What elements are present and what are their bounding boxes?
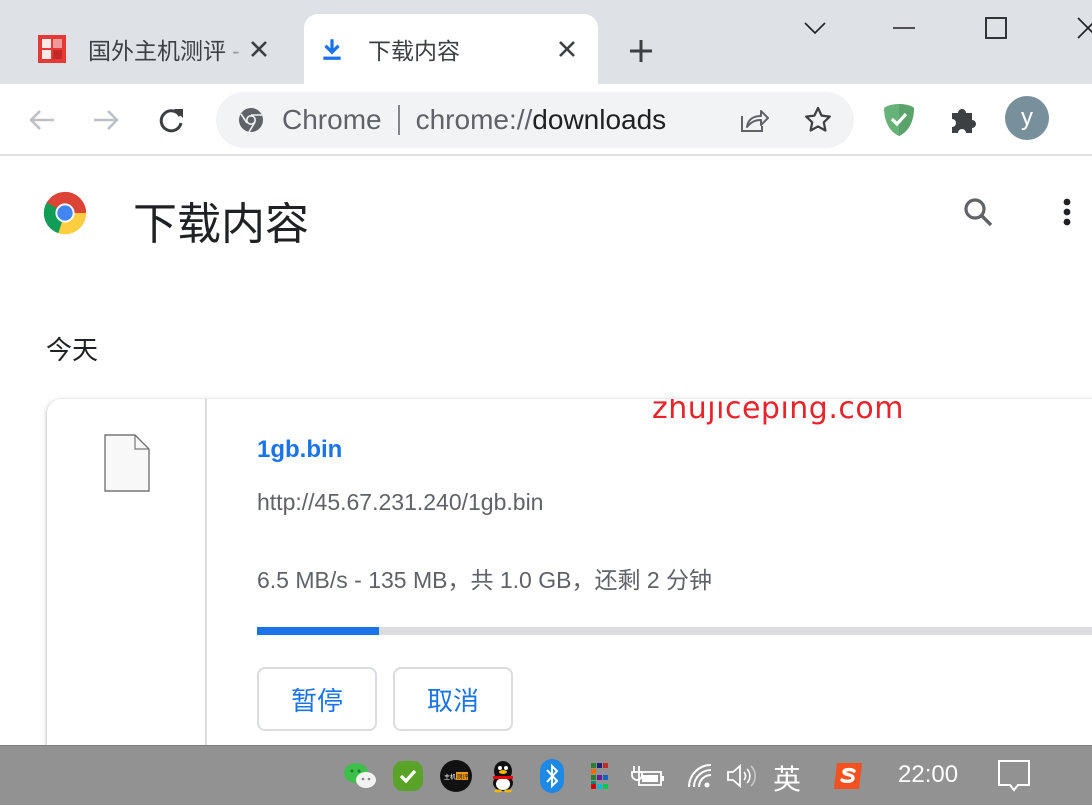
arrow-left-icon bbox=[29, 110, 54, 130]
svg-text:测评: 测评 bbox=[457, 773, 469, 781]
wifi-icon[interactable] bbox=[682, 758, 718, 794]
omnibox-separator bbox=[397, 105, 400, 135]
share-icon bbox=[741, 110, 769, 132]
tab-close-button[interactable] bbox=[554, 36, 580, 62]
date-section-label: 今天 bbox=[46, 335, 99, 365]
kebab-menu-icon bbox=[1063, 198, 1071, 226]
profile-avatar[interactable]: y bbox=[1005, 96, 1049, 140]
file-name-link[interactable]: 1gb.bin bbox=[257, 436, 342, 464]
color-grid-icon[interactable] bbox=[582, 758, 618, 794]
star-icon bbox=[805, 106, 831, 132]
share-button[interactable] bbox=[738, 104, 770, 136]
forward-button[interactable] bbox=[84, 98, 128, 142]
wechat-icon[interactable] bbox=[342, 758, 378, 794]
progress-fill bbox=[257, 627, 379, 635]
tab-close-button[interactable] bbox=[246, 36, 272, 62]
address-bar[interactable]: Chrome chrome://downloads bbox=[216, 92, 854, 148]
url-host: downloads bbox=[532, 104, 667, 135]
chevron-down-icon bbox=[804, 22, 826, 35]
maximize-button[interactable] bbox=[976, 10, 1016, 46]
pause-button[interactable]: 暂停 bbox=[257, 667, 377, 731]
chrome-menu-button[interactable] bbox=[1074, 102, 1092, 138]
clock[interactable]: 22:00 bbox=[898, 761, 958, 789]
chrome-icon bbox=[238, 107, 264, 133]
download-item: zhujiceping.com 1gb.bin http://45.67.231… bbox=[47, 399, 1092, 799]
shield-check-icon bbox=[884, 104, 914, 136]
download-status: 6.5 MB/s - 135 MB，共 1.0 GB，还剩 2 分钟 bbox=[257, 567, 713, 593]
url-scheme: chrome:// bbox=[415, 104, 533, 135]
tab-search-button[interactable] bbox=[795, 10, 835, 46]
search-icon bbox=[964, 198, 993, 227]
bookmark-button[interactable] bbox=[802, 104, 834, 136]
check-shield-icon[interactable] bbox=[390, 758, 426, 794]
download-icon bbox=[316, 33, 348, 65]
file-source-url[interactable]: http://45.67.231.240/1gb.bin bbox=[257, 489, 543, 516]
downloads-menu-button[interactable] bbox=[1045, 190, 1089, 234]
tab-downloads[interactable]: 下载内容 bbox=[304, 14, 598, 84]
bluetooth-icon[interactable] bbox=[534, 758, 570, 794]
new-tab-button[interactable] bbox=[622, 32, 660, 70]
tab-title: 国外主机测评 - bbox=[88, 38, 241, 64]
close-icon bbox=[559, 41, 575, 57]
svg-text:主机: 主机 bbox=[444, 773, 456, 781]
site-favicon-icon bbox=[36, 33, 68, 65]
zhujiceping-icon[interactable]: 主机 测评 bbox=[438, 758, 474, 794]
volume-icon[interactable] bbox=[724, 758, 760, 794]
reload-button[interactable] bbox=[150, 98, 194, 142]
file-icon bbox=[104, 434, 150, 492]
watermark-text: zhujiceping.com bbox=[652, 399, 904, 426]
qq-icon[interactable] bbox=[485, 758, 521, 794]
reload-icon bbox=[159, 109, 183, 133]
extensions-button[interactable] bbox=[945, 102, 981, 138]
downloads-header: 下载内容 bbox=[0, 158, 1092, 270]
download-icon-column bbox=[47, 399, 207, 799]
sogou-icon[interactable] bbox=[830, 758, 866, 794]
arrow-right-icon bbox=[94, 110, 119, 130]
toolbar: Chrome chrome://downloads y bbox=[0, 84, 1092, 156]
kebab-menu-icon bbox=[1086, 104, 1092, 136]
page-title: 下载内容 bbox=[133, 200, 309, 249]
back-button[interactable] bbox=[20, 98, 64, 142]
cancel-button[interactable]: 取消 bbox=[393, 667, 513, 731]
chrome-logo-icon bbox=[43, 191, 87, 235]
windows-taskbar: 主机 测评 英 22:00 bbox=[0, 745, 1092, 805]
tab-strip: 国外主机测评 - 下载内容 bbox=[0, 0, 1092, 84]
maximize-icon bbox=[985, 17, 1007, 39]
url-text[interactable]: chrome://downloads bbox=[416, 104, 667, 136]
minimize-icon bbox=[893, 27, 915, 29]
ime-indicator[interactable]: 英 bbox=[773, 758, 801, 798]
search-downloads-button[interactable] bbox=[956, 190, 1000, 234]
close-icon bbox=[251, 41, 267, 57]
minimize-button[interactable] bbox=[884, 10, 924, 46]
puzzle-icon bbox=[952, 109, 976, 133]
close-icon bbox=[1077, 17, 1092, 39]
adguard-extension-button[interactable] bbox=[881, 102, 917, 138]
action-center-icon[interactable] bbox=[996, 758, 1032, 794]
tab-title: 下载内容 bbox=[368, 38, 460, 64]
download-progress-bar bbox=[257, 627, 1092, 635]
omnibox-chip: Chrome bbox=[282, 104, 382, 135]
download-details: zhujiceping.com 1gb.bin http://45.67.231… bbox=[257, 399, 1092, 799]
close-window-button[interactable] bbox=[1068, 10, 1092, 46]
tab-zhujiceping[interactable]: 国外主机测评 - bbox=[24, 14, 304, 84]
plus-icon bbox=[630, 40, 652, 62]
power-battery-icon[interactable] bbox=[630, 758, 666, 794]
